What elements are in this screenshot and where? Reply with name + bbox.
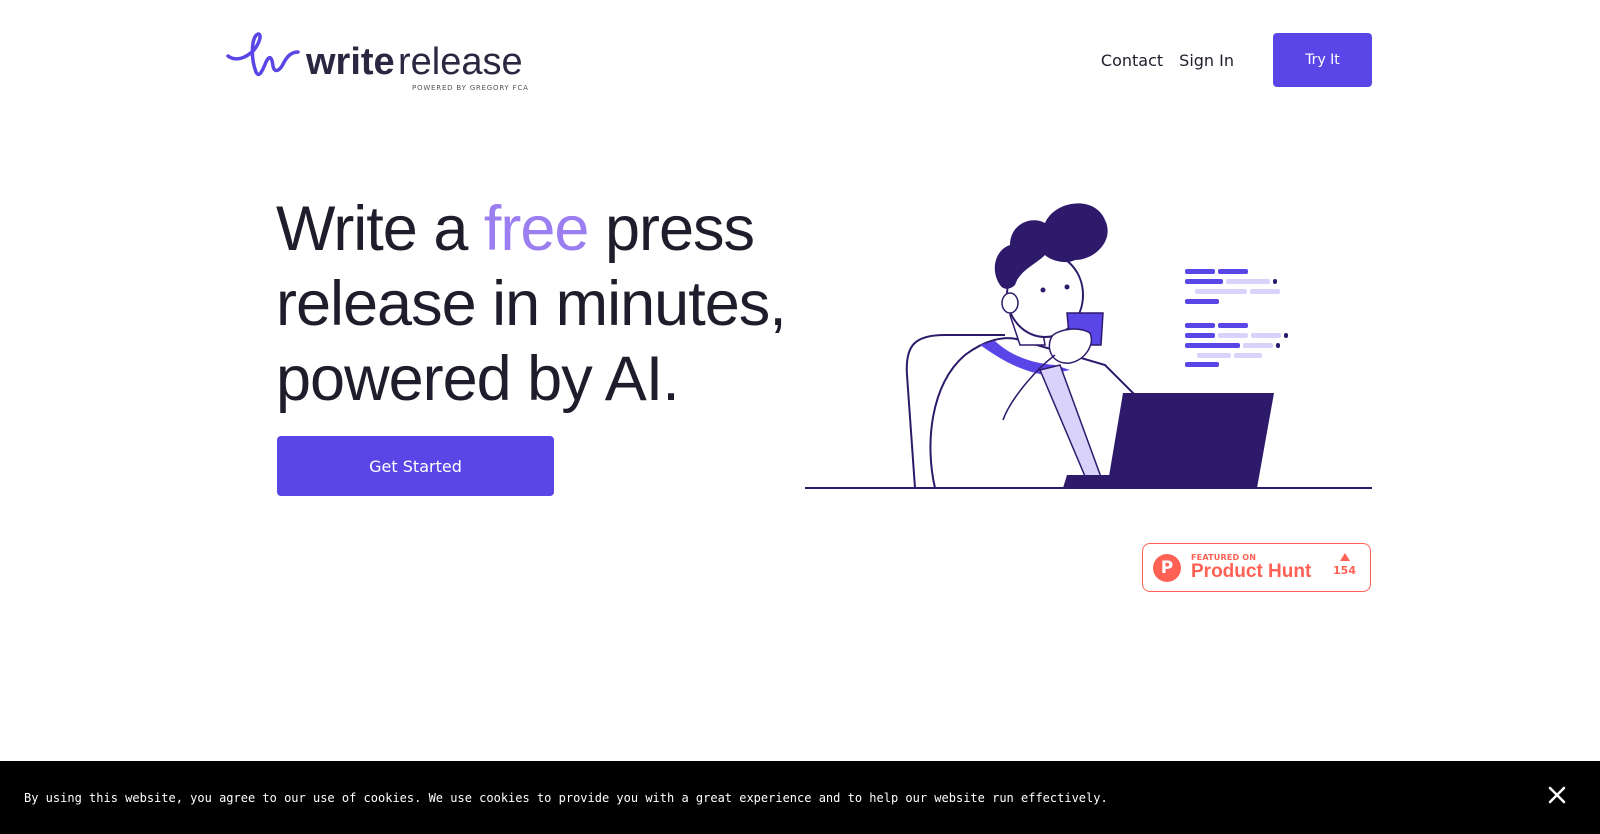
text-line <box>1273 279 1277 284</box>
get-started-button[interactable]: Get Started <box>277 436 554 496</box>
text-line <box>1185 362 1219 367</box>
hero-title: Write a free press release in minutes, p… <box>276 192 796 417</box>
body-outline <box>929 337 1137 489</box>
try-it-button[interactable]: Try It <box>1273 33 1372 87</box>
text-line <box>1250 289 1280 294</box>
hero-title-accent: free <box>483 194 590 264</box>
hand <box>1048 328 1092 364</box>
product-hunt-logo-icon: P <box>1153 553 1181 582</box>
logo-release: release <box>398 41 523 83</box>
text-line <box>1195 289 1247 294</box>
laptop-base <box>1063 475 1115 488</box>
text-line <box>1185 343 1240 348</box>
logo-write: write <box>305 41 395 83</box>
top-nav: Contact Sign In Try It <box>1101 33 1372 87</box>
text-line <box>1218 333 1248 338</box>
text-line <box>1226 279 1270 284</box>
text-line <box>1185 279 1223 284</box>
laptop-screen <box>1107 393 1274 488</box>
product-hunt-name: Product Hunt <box>1191 561 1312 582</box>
logo[interactable]: write release POWERED BY GREGORY FCA <box>226 28 536 94</box>
ear <box>1001 292 1019 314</box>
text-line <box>1276 343 1280 348</box>
text-line <box>1218 323 1248 328</box>
text-line <box>1234 353 1262 358</box>
person-with-laptop-illustration <box>805 203 1372 489</box>
text-line <box>1284 333 1288 338</box>
eye-right <box>1064 284 1070 290</box>
upvote-arrow-icon <box>1339 553 1350 561</box>
text-line <box>1185 299 1219 304</box>
close-icon[interactable] <box>1546 784 1568 806</box>
cookie-text: By using this website, you agree to our … <box>24 791 1108 805</box>
nav-signin-link[interactable]: Sign In <box>1179 51 1234 70</box>
product-hunt-vote-count: 154 <box>1333 564 1356 577</box>
text-line <box>1218 269 1248 274</box>
product-hunt-votes: 154 <box>1333 553 1356 577</box>
hero-title-part1: Write a <box>276 194 484 264</box>
product-hunt-text: FEATURED ON Product Hunt <box>1191 553 1311 582</box>
text-line <box>1185 269 1215 274</box>
text-line <box>1243 343 1273 348</box>
text-line <box>1185 333 1215 338</box>
text-line <box>1185 323 1215 328</box>
text-line <box>1197 353 1231 358</box>
nav-contact-link[interactable]: Contact <box>1101 51 1163 70</box>
eye-left <box>1040 287 1046 293</box>
logo-mark: write release POWERED BY GREGORY FCA <box>226 32 529 92</box>
text-line <box>1251 333 1281 338</box>
product-hunt-badge[interactable]: P FEATURED ON Product Hunt 154 <box>1142 543 1371 592</box>
logo-tagline: POWERED BY GREGORY FCA <box>412 84 529 92</box>
cookie-bar: By using this website, you agree to our … <box>0 761 1600 834</box>
